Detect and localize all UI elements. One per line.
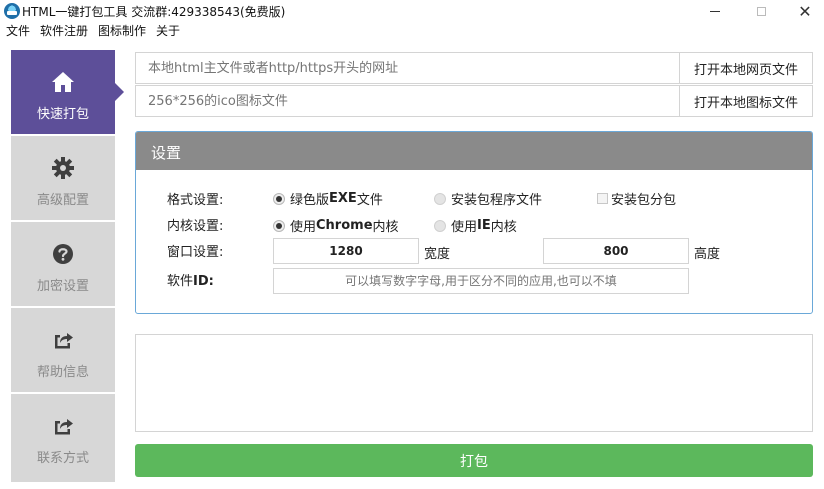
menu-file[interactable]: 文件 [0, 22, 35, 40]
option-label: 内核 [372, 220, 399, 235]
html-source-input[interactable] [135, 52, 680, 84]
window-height-input[interactable] [543, 238, 689, 264]
radio-unselected-icon [434, 192, 446, 205]
sidebar-item-help[interactable]: 帮助信息 [11, 308, 115, 392]
minimize-button[interactable] [692, 0, 738, 22]
open-icon-file-button[interactable]: 打开本地图标文件 [679, 85, 813, 117]
maximize-icon [756, 6, 766, 16]
option-label-bold: EXE [329, 191, 357, 206]
label-text: 软件 [167, 274, 194, 289]
radio-selected-icon [273, 219, 285, 232]
open-web-file-button[interactable]: 打开本地网页文件 [679, 52, 813, 84]
sidebar-item-label: 快速打包 [36, 107, 89, 122]
menu-icon-maker[interactable]: 图标制作 [93, 22, 151, 40]
format-split-checkbox[interactable]: 安装包分包 [597, 189, 676, 208]
option-label: 使用 [290, 220, 317, 235]
software-id-input[interactable] [273, 268, 689, 294]
option-label: 绿色版 [290, 193, 330, 208]
gear-icon [51, 156, 75, 180]
settings-title: 设置 [136, 132, 812, 170]
icon-file-input[interactable] [135, 85, 680, 117]
option-label: 内核 [490, 220, 517, 235]
format-label: 格式设置: [167, 193, 224, 208]
menu-register[interactable]: 软件注册 [35, 22, 93, 40]
kernel-ie-radio[interactable]: 使用 IE 内核 [434, 216, 517, 235]
kernel-chrome-radio[interactable]: 使用 Chrome 内核 [273, 216, 399, 235]
option-label: 安装包程序文件 [451, 193, 543, 208]
kernel-label: 内核设置: [167, 219, 224, 234]
question-icon [51, 242, 75, 266]
option-label: 文件 [356, 193, 383, 208]
option-label: 使用 [451, 220, 478, 235]
option-label: 安装包分包 [611, 193, 677, 208]
option-label-bold: Chrome [316, 218, 373, 233]
menu-about[interactable]: 关于 [151, 22, 185, 40]
sidebar-item-contact[interactable]: 联系方式 [11, 394, 115, 482]
sidebar-item-label: 加密设置 [36, 279, 89, 294]
settings-panel: 设置 格式设置: 绿色版 EXE 文件 安装包程序文件 安装包分包 内核设置: 使用… [135, 131, 813, 314]
sidebar: 快速打包 高级配置 加密设置 帮助信息 联系方式 [11, 50, 124, 482]
sidebar-item-label: 联系方式 [36, 451, 89, 466]
pack-button[interactable]: 打包 [135, 444, 813, 477]
sidebar-item-advanced[interactable]: 高级配置 [11, 136, 115, 220]
window-width-input[interactable] [273, 238, 419, 264]
width-unit-label: 宽度 [424, 247, 451, 262]
share-icon [51, 414, 75, 438]
radio-selected-icon [273, 192, 285, 205]
window-size-label: 窗口设置: [167, 245, 224, 260]
close-button[interactable]: ✕ [782, 0, 824, 22]
radio-unselected-icon [434, 219, 446, 232]
sidebar-item-quick-pack[interactable]: 快速打包 [11, 50, 124, 134]
format-green-exe-radio[interactable]: 绿色版 EXE 文件 [273, 189, 383, 208]
home-icon [51, 70, 75, 94]
format-installer-radio[interactable]: 安装包程序文件 [434, 189, 542, 208]
window-title: HTML一键打包工具 交流群:429338543(免费版) [22, 5, 286, 19]
title-bar: HTML一键打包工具 交流群:429338543(免费版) ✕ [0, 0, 824, 22]
checkbox-icon [597, 193, 608, 204]
app-logo-icon [4, 3, 20, 19]
close-icon: ✕ [798, 1, 812, 21]
share-icon [51, 328, 75, 352]
label-text-bold: ID: [193, 274, 214, 289]
minimize-icon [710, 10, 720, 12]
maximize-button[interactable] [738, 0, 784, 22]
height-unit-label: 高度 [694, 247, 721, 262]
option-label-bold: IE [477, 218, 491, 233]
sidebar-item-label: 帮助信息 [36, 365, 89, 380]
menu-bar: 文件 软件注册 图标制作 关于 [0, 22, 824, 40]
output-log-area[interactable] [135, 334, 813, 432]
software-id-label: 软件ID: [167, 270, 214, 289]
sidebar-item-encryption[interactable]: 加密设置 [11, 222, 115, 306]
sidebar-item-label: 高级配置 [36, 193, 89, 208]
